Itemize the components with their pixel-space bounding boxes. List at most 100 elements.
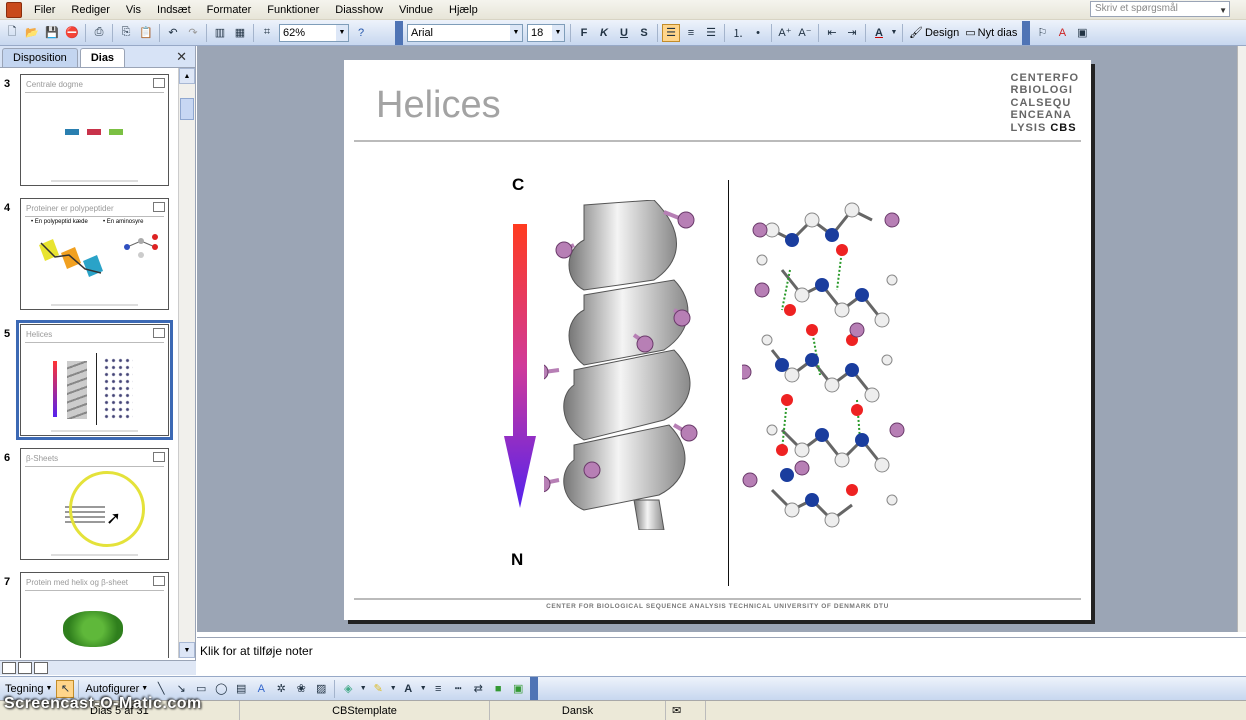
thumbnail-scrollbar[interactable]: ▲ ▼ (178, 68, 195, 658)
research-icon[interactable]: ⚐ (1033, 24, 1051, 42)
paste-icon[interactable]: 📋 (137, 24, 155, 42)
logo-text: LYSIS (1010, 121, 1047, 134)
font-size-select[interactable]: 18 ▼ (527, 23, 565, 42)
textbox-tool-icon[interactable]: ▤ (232, 680, 250, 698)
redo-icon[interactable]: ↷ (184, 24, 202, 42)
chevron-down-icon[interactable]: ▼ (359, 680, 367, 698)
slide-thumbnail[interactable]: Centrale dogme (20, 74, 169, 186)
direction-arrow[interactable] (502, 224, 538, 508)
insert-table-icon[interactable]: ▦ (231, 24, 249, 42)
chevron-down-icon[interactable]: ▼ (890, 24, 898, 42)
help-search-input[interactable]: Skriv et spørgsmål ▼ (1090, 1, 1230, 17)
zoom-select[interactable]: 62% ▼ (279, 23, 349, 42)
chevron-down-icon[interactable]: ▼ (336, 24, 348, 41)
normal-view-icon[interactable] (2, 662, 16, 674)
notes-placeholder[interactable]: Klik for at tilføje noter (200, 644, 313, 658)
oval-tool-icon[interactable]: ◯ (212, 680, 230, 698)
grid-icon[interactable]: ⌗ (258, 24, 276, 42)
menu-edit[interactable]: Rediger (63, 0, 118, 20)
editor-scrollbar[interactable] (1237, 46, 1246, 632)
menu-insert[interactable]: Indsæt (149, 0, 199, 20)
decrease-font-icon[interactable]: A⁻ (796, 24, 814, 42)
color-grayscale-icon[interactable]: ▣ (1073, 24, 1091, 42)
underline-icon[interactable]: U (615, 24, 633, 42)
bold-icon[interactable]: F (575, 24, 593, 42)
help-icon[interactable]: ? (352, 24, 370, 42)
italic-icon[interactable]: K (595, 24, 613, 42)
menu-slideshow[interactable]: Diasshow (327, 0, 391, 20)
design-button[interactable]: 🖌 Design (906, 26, 962, 40)
font-color-icon[interactable]: A (870, 24, 888, 42)
fill-color-icon[interactable]: ◈ (339, 680, 357, 698)
save-icon[interactable]: 💾 (43, 24, 61, 42)
menu-format[interactable]: Formater (199, 0, 260, 20)
tab-outline[interactable]: Disposition (2, 48, 78, 67)
slide-thumbnail-selected[interactable]: Helices (16, 320, 173, 440)
autoshapes-button[interactable]: Autofigurer ▼ (82, 683, 151, 695)
diagram-icon[interactable]: ✲ (272, 680, 290, 698)
slideshow-icon[interactable] (34, 662, 48, 674)
print-icon[interactable]: ⎙ (90, 24, 108, 42)
increase-indent-icon[interactable]: ⇥ (843, 24, 861, 42)
insert-chart-icon[interactable]: ▥ (211, 24, 229, 42)
decrease-indent-icon[interactable]: ⇤ (823, 24, 841, 42)
shadow-icon[interactable]: S (635, 24, 653, 42)
align-right-icon[interactable]: ☰ (702, 24, 720, 42)
ball-and-stick-picture[interactable] (742, 200, 912, 530)
shadow-style-icon[interactable]: ■ (489, 680, 507, 698)
c-terminus-label[interactable]: C (512, 175, 524, 195)
menu-help[interactable]: Hjælp (441, 0, 486, 20)
increase-font-icon[interactable]: A⁺ (776, 24, 794, 42)
chevron-down-icon[interactable]: ▼ (510, 24, 522, 41)
open-folder-icon[interactable]: 📂 (23, 24, 41, 42)
scrollbar-thumb[interactable] (180, 98, 194, 120)
slide-thumbnail[interactable]: Protein med helix og β-sheet (20, 572, 169, 658)
permission-icon[interactable]: ⛔ (63, 24, 81, 42)
menu-tools[interactable]: Funktioner (259, 0, 327, 20)
menu-window[interactable]: Vindue (391, 0, 441, 20)
new-slide-button[interactable]: ▭ Nyt dias (962, 26, 1020, 40)
chevron-down-icon[interactable]: ▼ (389, 680, 397, 698)
line-color-icon[interactable]: ✎ (369, 680, 387, 698)
font-name-select[interactable]: Arial ▼ (407, 23, 523, 42)
new-document-icon[interactable]: 🗋 (3, 24, 21, 42)
clipart-icon[interactable]: ❀ (292, 680, 310, 698)
powerpoint-icon[interactable] (6, 1, 22, 18)
copy-icon[interactable]: ⎘ (117, 24, 135, 42)
toolbar-handle[interactable] (395, 20, 403, 45)
toolbar-handle[interactable] (530, 676, 539, 701)
align-center-icon[interactable]: ≡ (682, 24, 700, 42)
tab-slides[interactable]: Dias (79, 48, 126, 67)
slide-sorter-icon[interactable] (18, 662, 32, 674)
menu-view[interactable]: Vis (118, 0, 149, 20)
arrow-style-icon[interactable]: ⇄ (469, 680, 487, 698)
slide-thumbnail[interactable]: Proteiner er polypeptider • En polypepti… (20, 198, 169, 310)
scroll-up-icon[interactable]: ▲ (179, 68, 195, 84)
n-terminus-label[interactable]: N (511, 550, 523, 570)
menu-file[interactable]: Filer (26, 0, 63, 20)
numbered-list-icon[interactable]: ⒈ (729, 24, 747, 42)
insert-picture-icon[interactable]: ▨ (312, 680, 330, 698)
bullet-list-icon[interactable]: • (749, 24, 767, 42)
dash-style-icon[interactable]: ┅ (449, 680, 467, 698)
drawing-menu-button[interactable]: Tegning ▼ (2, 683, 55, 695)
3d-style-icon[interactable]: ▣ (509, 680, 527, 698)
undo-icon[interactable]: ↶ (164, 24, 182, 42)
toolbar-separator (112, 23, 113, 42)
slide-title[interactable]: Helices (376, 84, 501, 127)
chevron-down-icon[interactable]: ▼ (552, 24, 564, 41)
chevron-down-icon[interactable]: ▼ (1219, 4, 1227, 18)
font-color-icon[interactable]: A (399, 680, 417, 698)
spelling-icon[interactable]: A (1053, 24, 1071, 42)
toolbar-handle[interactable] (1022, 20, 1031, 45)
line-style-icon[interactable]: ≡ (429, 680, 447, 698)
toolbar-separator (206, 23, 207, 42)
align-left-icon[interactable]: ☰ (662, 23, 680, 42)
chevron-down-icon[interactable]: ▼ (419, 680, 427, 698)
wordart-icon[interactable]: A (252, 680, 270, 698)
notes-pane[interactable]: Klik for at tilføje noter (197, 637, 1246, 675)
close-icon[interactable]: ✕ (176, 49, 187, 65)
helix-ribbon-picture[interactable] (544, 200, 724, 530)
slide-canvas[interactable]: Helices CENTERFO RBIOLOGI CALSEQU ENCEAN… (344, 60, 1091, 620)
scroll-down-icon[interactable]: ▼ (179, 642, 195, 658)
